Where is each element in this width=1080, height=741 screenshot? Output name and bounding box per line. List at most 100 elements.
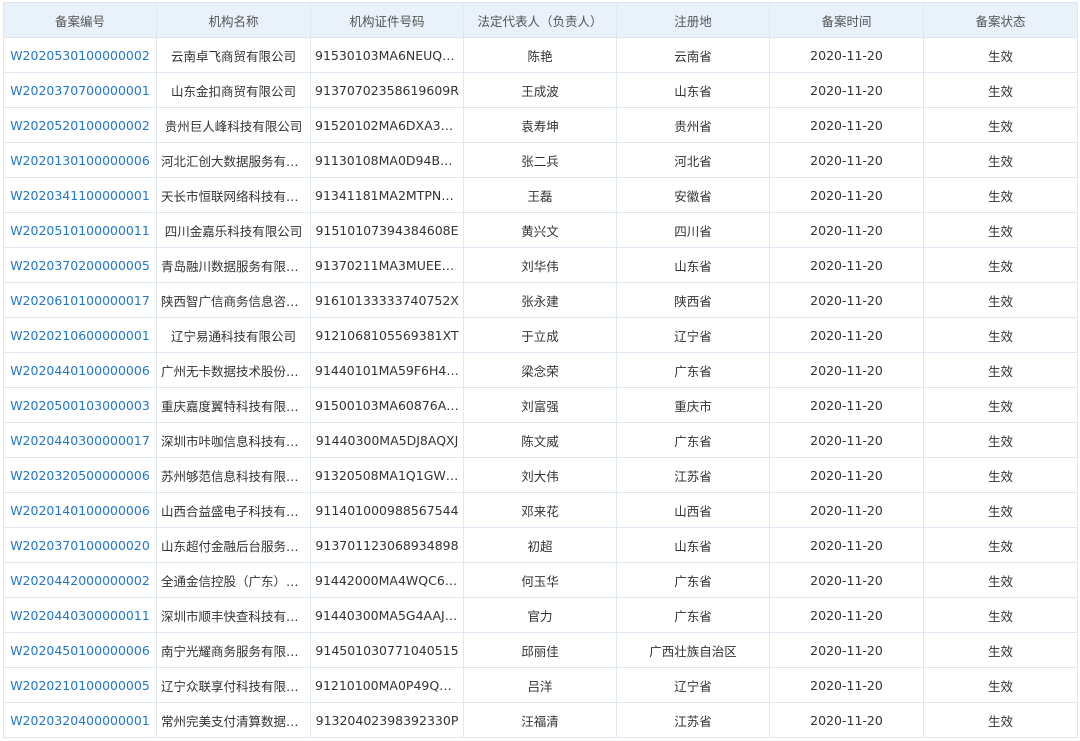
- filing-number-link[interactable]: W2020520100000002: [3, 107, 157, 143]
- column-header-filing-status: 备案状态: [923, 2, 1078, 38]
- filing-date-cell: 2020-11-20: [769, 667, 924, 703]
- filing-number-link[interactable]: W2020210600000001: [3, 317, 157, 353]
- institution-id-cell: 9121068105569381XT: [310, 317, 464, 353]
- institution-name-cell: 云南卓飞商贸有限公司: [156, 37, 311, 73]
- institution-name-cell: 四川金嘉乐科技有限公司: [156, 212, 311, 248]
- registered-location-cell: 山东省: [616, 527, 770, 563]
- filing-status-cell: 生效: [923, 667, 1078, 703]
- filing-number-link[interactable]: W2020530100000002: [3, 37, 157, 73]
- filing-date-cell: 2020-11-20: [769, 422, 924, 458]
- filing-number-link[interactable]: W2020370100000020: [3, 527, 157, 563]
- column-header-institution-id: 机构证件号码: [310, 2, 464, 38]
- institution-id-cell: 91440300MA5G4AAJ98: [310, 597, 464, 633]
- filing-status-cell: 生效: [923, 177, 1078, 213]
- institution-id-cell: 914501030771040515: [310, 632, 464, 668]
- filing-date-cell: 2020-11-20: [769, 492, 924, 528]
- filing-number-link[interactable]: W2020500103000003: [3, 387, 157, 423]
- legal-representative-cell: 汪福清: [463, 702, 617, 738]
- legal-representative-cell: 陈文威: [463, 422, 617, 458]
- column-header-registered-location: 注册地: [616, 2, 770, 38]
- column-header-filing-date: 备案时间: [769, 2, 924, 38]
- filing-number-link[interactable]: W2020320500000006: [3, 457, 157, 493]
- legal-representative-cell: 邱丽佳: [463, 632, 617, 668]
- table-row: W2020520100000002 贵州巨人峰科技有限公司 91520102MA6D…: [3, 107, 1078, 143]
- institution-name-cell: 辽宁易通科技有限公司: [156, 317, 311, 353]
- institution-id-cell: 913701123068934898: [310, 527, 464, 563]
- filing-number-link[interactable]: W2020370200000005: [3, 247, 157, 283]
- table-row: W2020440300000011 深圳市顺丰快查科技有限... 91440300M…: [3, 597, 1078, 633]
- registered-location-cell: 河北省: [616, 142, 770, 178]
- filing-date-cell: 2020-11-20: [769, 107, 924, 143]
- institution-name-cell: 贵州巨人峰科技有限公司: [156, 107, 311, 143]
- institution-id-cell: 91510107394384608E: [310, 212, 464, 248]
- institution-id-cell: 91500103MA60876A0T: [310, 387, 464, 423]
- legal-representative-cell: 王成波: [463, 72, 617, 108]
- registered-location-cell: 云南省: [616, 37, 770, 73]
- filing-number-link[interactable]: W2020440300000011: [3, 597, 157, 633]
- legal-representative-cell: 张永建: [463, 282, 617, 318]
- table-row: W2020450100000006 南宁光耀商务服务有限公... 914501030…: [3, 632, 1078, 668]
- filing-number-link[interactable]: W2020140100000006: [3, 492, 157, 528]
- institution-id-cell: 91440101MA59F6H439: [310, 352, 464, 388]
- registered-location-cell: 江苏省: [616, 457, 770, 493]
- institution-name-cell: 陕西智广信商务信息咨询...: [156, 282, 311, 318]
- legal-representative-cell: 张二兵: [463, 142, 617, 178]
- institution-name-cell: 辽宁众联享付科技有限公...: [156, 667, 311, 703]
- table-row: W2020500103000003 重庆嘉度翼特科技有限公... 91500103M…: [3, 387, 1078, 423]
- institution-id-cell: 91320508MA1Q1GWB...: [310, 457, 464, 493]
- institution-id-cell: 91130108MA0D94B84R: [310, 142, 464, 178]
- filing-date-cell: 2020-11-20: [769, 527, 924, 563]
- legal-representative-cell: 邓来花: [463, 492, 617, 528]
- registered-location-cell: 广东省: [616, 422, 770, 458]
- filing-number-link[interactable]: W2020450100000006: [3, 632, 157, 668]
- institution-id-cell: 911401000988567544: [310, 492, 464, 528]
- institution-name-cell: 山西合益盛电子科技有限...: [156, 492, 311, 528]
- legal-representative-cell: 初超: [463, 527, 617, 563]
- filing-date-cell: 2020-11-20: [769, 282, 924, 318]
- filing-status-cell: 生效: [923, 37, 1078, 73]
- filing-number-link[interactable]: W2020130100000006: [3, 142, 157, 178]
- institution-name-cell: 河北汇创大数据服务有限...: [156, 142, 311, 178]
- filing-number-link[interactable]: W2020210100000005: [3, 667, 157, 703]
- filing-number-link[interactable]: W2020442000000002: [3, 562, 157, 598]
- table-row: W2020210100000005 辽宁众联享付科技有限公... 91210100M…: [3, 667, 1078, 703]
- institution-id-cell: 91320402398392330P: [310, 702, 464, 738]
- legal-representative-cell: 陈艳: [463, 37, 617, 73]
- filing-number-link[interactable]: W2020320400000001: [3, 702, 157, 738]
- filing-number-link[interactable]: W2020341100000001: [3, 177, 157, 213]
- legal-representative-cell: 梁念荣: [463, 352, 617, 388]
- filing-status-cell: 生效: [923, 632, 1078, 668]
- institution-name-cell: 重庆嘉度翼特科技有限公...: [156, 387, 311, 423]
- table-header: 备案编号 机构名称 机构证件号码 法定代表人（负责人） 注册地 备案时间 备案状…: [3, 2, 1078, 38]
- registered-location-cell: 江苏省: [616, 702, 770, 738]
- institution-id-cell: 91610133333740752X: [310, 282, 464, 318]
- institution-name-cell: 山东金扣商贸有限公司: [156, 72, 311, 108]
- filing-number-link[interactable]: W2020440300000017: [3, 422, 157, 458]
- filing-number-link[interactable]: W2020610100000017: [3, 282, 157, 318]
- filing-date-cell: 2020-11-20: [769, 72, 924, 108]
- filing-status-cell: 生效: [923, 107, 1078, 143]
- filing-status-cell: 生效: [923, 597, 1078, 633]
- table-row: W2020440100000006 广州无卡数据技术股份有... 91440101M…: [3, 352, 1078, 388]
- institution-name-cell: 天长市恒联网络科技有限...: [156, 177, 311, 213]
- filing-date-cell: 2020-11-20: [769, 37, 924, 73]
- institution-id-cell: 91520102MA6DXA3D2N: [310, 107, 464, 143]
- legal-representative-cell: 吕洋: [463, 667, 617, 703]
- institution-name-cell: 苏州够范信息科技有限公...: [156, 457, 311, 493]
- filing-number-link[interactable]: W2020370700000001: [3, 72, 157, 108]
- registered-location-cell: 辽宁省: [616, 317, 770, 353]
- institution-id-cell: 91370211MA3MUEEW...: [310, 247, 464, 283]
- table-row: W2020510100000011 四川金嘉乐科技有限公司 915101073943…: [3, 212, 1078, 248]
- filing-number-link[interactable]: W2020510100000011: [3, 212, 157, 248]
- filing-date-cell: 2020-11-20: [769, 387, 924, 423]
- filing-number-link[interactable]: W2020440100000006: [3, 352, 157, 388]
- filing-date-cell: 2020-11-20: [769, 212, 924, 248]
- registered-location-cell: 山东省: [616, 72, 770, 108]
- legal-representative-cell: 于立成: [463, 317, 617, 353]
- institution-name-cell: 深圳市顺丰快查科技有限...: [156, 597, 311, 633]
- filing-status-cell: 生效: [923, 212, 1078, 248]
- legal-representative-cell: 何玉华: [463, 562, 617, 598]
- filing-status-cell: 生效: [923, 317, 1078, 353]
- legal-representative-cell: 刘大伟: [463, 457, 617, 493]
- registered-location-cell: 山西省: [616, 492, 770, 528]
